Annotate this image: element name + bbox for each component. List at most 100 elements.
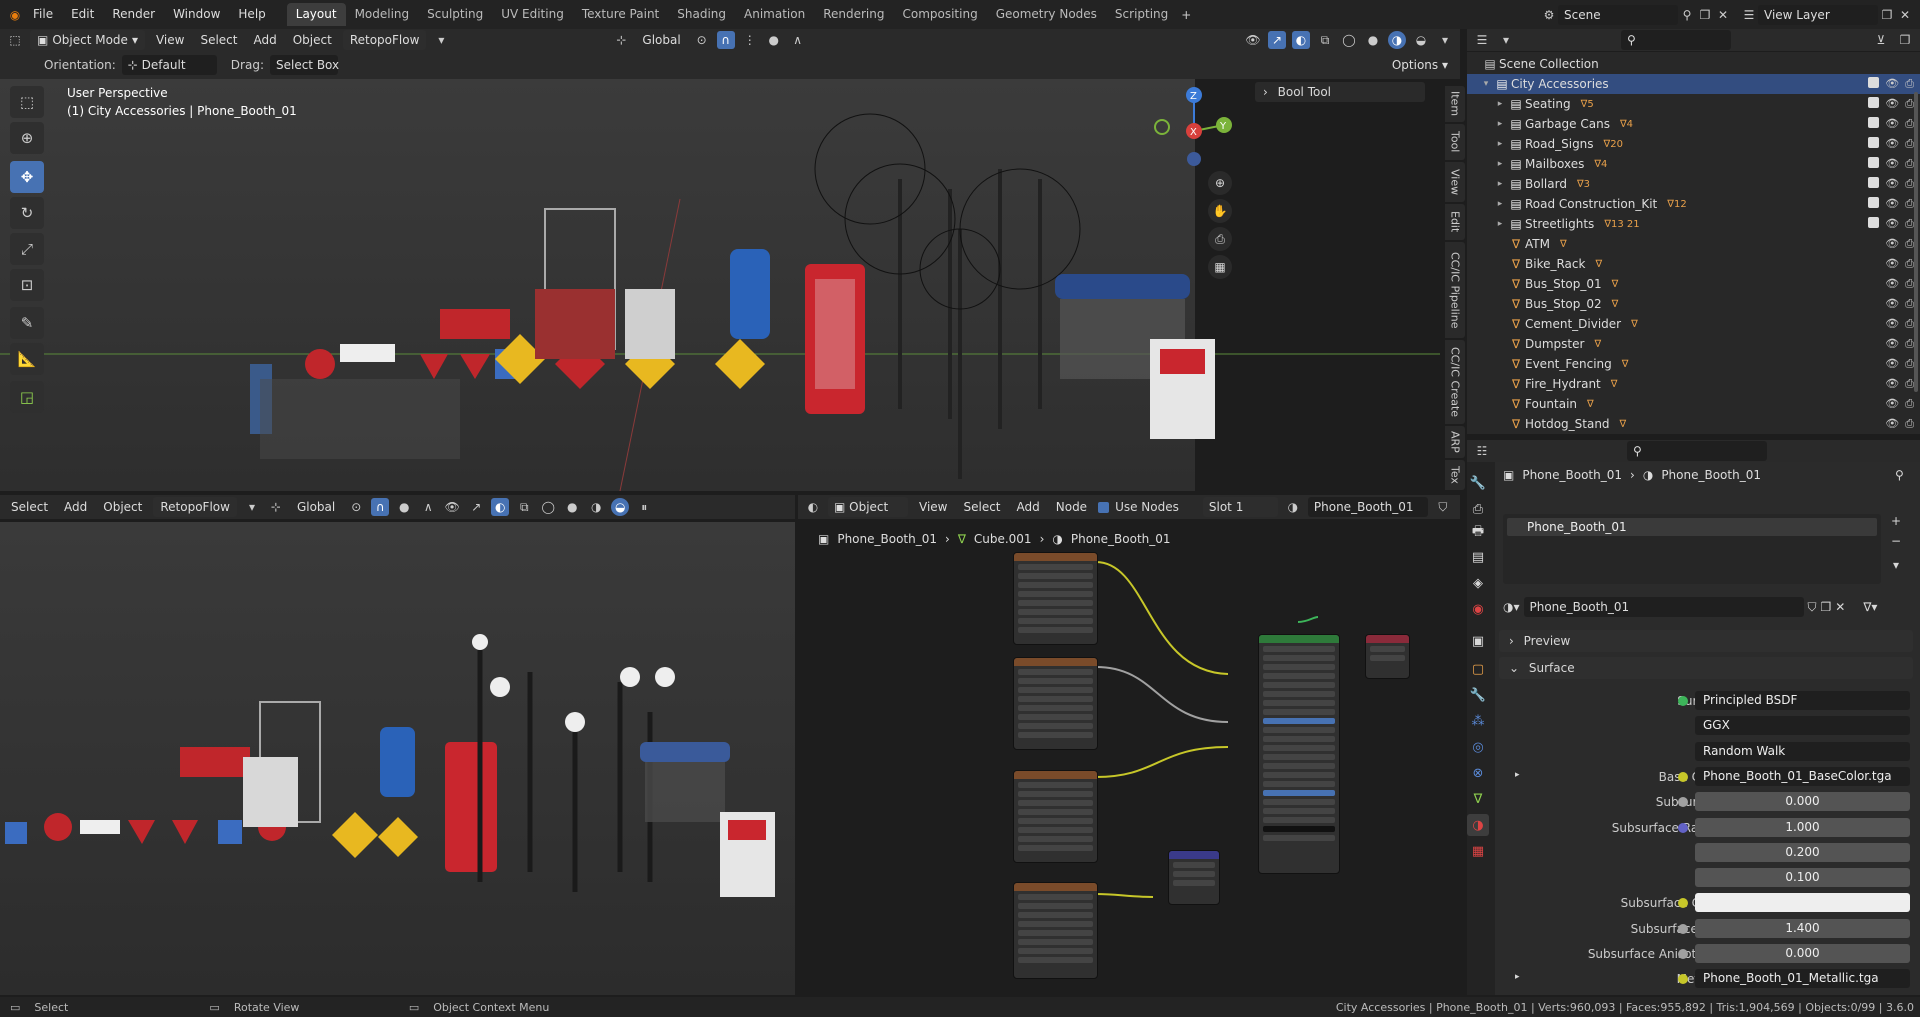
shading-solid-icon[interactable]: ●: [1364, 31, 1382, 49]
expand-right-icon[interactable]: ▸: [1493, 119, 1507, 129]
move-tool-icon[interactable]: ✥: [10, 161, 44, 193]
fake-user-icon[interactable]: ⛉: [1808, 600, 1817, 615]
vp2-pivot-icon[interactable]: ⊙: [347, 498, 365, 516]
eye-icon[interactable]: 👁: [1885, 137, 1899, 151]
outliner-row[interactable]: ∇ Bike_Rack ∇ 👁 ⎙: [1467, 254, 1920, 274]
menu-help[interactable]: Help: [229, 0, 274, 29]
outliner-row[interactable]: ▸ ▤ Garbage Cans ∇4 👁 ⎙: [1467, 114, 1920, 134]
pin-properties-icon[interactable]: ⚲: [1895, 468, 1904, 482]
properties-search-input[interactable]: ⚲: [1627, 441, 1767, 461]
material-selector[interactable]: Phone_Booth_01: [1307, 497, 1428, 517]
measure-tool-icon[interactable]: 📐: [10, 343, 44, 375]
render-camera-icon[interactable]: ⎙: [1905, 157, 1914, 171]
outliner-row[interactable]: ∇ Cement_Divider ∇ 👁 ⎙: [1467, 314, 1920, 334]
bool-tool-panel[interactable]: › Bool Tool: [1255, 82, 1425, 102]
eye-icon[interactable]: 👁: [1885, 237, 1899, 251]
tab-layout[interactable]: Layout: [286, 3, 346, 26]
data-tab-icon[interactable]: ∇: [1467, 788, 1489, 810]
scene-icon[interactable]: ⚙: [1540, 6, 1558, 24]
expand-right-icon[interactable]: ▸: [1493, 219, 1507, 229]
tab-compositing[interactable]: Compositing: [893, 3, 986, 26]
outliner-row[interactable]: ∇ Bus_Stop_01 ∇ 👁 ⎙: [1467, 274, 1920, 294]
shading-options-icon[interactable]: ▾: [1436, 31, 1454, 49]
exclude-checkbox[interactable]: [1868, 177, 1880, 188]
property-field[interactable]: Phone_Booth_01_BaseColor.tga: [1695, 766, 1910, 786]
surface-section-header[interactable]: ⌄ Surface: [1499, 657, 1913, 679]
render-camera-icon[interactable]: ⎙: [1905, 77, 1914, 91]
material-name-field[interactable]: Phone_Booth_01: [1523, 597, 1804, 617]
overlay-toggle-icon[interactable]: ◐: [1292, 31, 1310, 49]
property-field[interactable]: Principled BSDF: [1695, 691, 1910, 710]
eye-icon[interactable]: 👁: [1885, 397, 1899, 411]
node-editor-type-icon[interactable]: ◐: [804, 498, 822, 516]
outliner-scrollbar[interactable]: [1914, 92, 1918, 392]
eye-icon[interactable]: 👁: [1885, 357, 1899, 371]
sidebar-tab-item[interactable]: Item: [1445, 86, 1465, 122]
outliner-row[interactable]: ▸ ▤ Mailboxes ∇4 👁 ⎙: [1467, 154, 1920, 174]
property-field[interactable]: GGX: [1695, 716, 1910, 736]
pan-hand-icon[interactable]: ✋: [1208, 199, 1232, 223]
material-output-node[interactable]: [1365, 634, 1410, 679]
menu-add[interactable]: Add: [248, 33, 281, 47]
tab-uv-editing[interactable]: UV Editing: [492, 3, 573, 26]
shader-node-editor[interactable]: ▣ Phone_Booth_01 › ∇ Cube.001 › ◑ Phone_…: [798, 522, 1460, 995]
vp2-proportional-icon[interactable]: ●: [395, 498, 413, 516]
vp2-retopoflow-button[interactable]: RetopoFlow: [153, 497, 237, 517]
shader-type-dropdown[interactable]: ▣ Object: [828, 497, 908, 517]
eye-icon[interactable]: 👁: [1885, 97, 1899, 111]
render-camera-icon[interactable]: ⎙: [1905, 277, 1914, 291]
outliner-row[interactable]: ▸ ▤ Streetlights ∇13 21 👁 ⎙: [1467, 214, 1920, 234]
texture-tab-icon[interactable]: ▦: [1467, 840, 1489, 862]
vp2-visibility-icon[interactable]: 👁: [443, 498, 461, 516]
scene-collection-row[interactable]: ▤ Scene Collection: [1467, 54, 1920, 74]
display-mode-icon[interactable]: ▾: [1497, 31, 1515, 49]
grid-view-icon[interactable]: ▦: [1208, 255, 1232, 279]
render-tab-icon[interactable]: ⎙: [1467, 498, 1489, 520]
outliner-row[interactable]: ∇ Event_Fencing ∇ 👁 ⎙: [1467, 354, 1920, 374]
socket-dot-icon[interactable]: [1678, 696, 1688, 706]
outliner-editor-type-icon[interactable]: ☰: [1473, 31, 1491, 49]
expand-down-icon[interactable]: ▾: [1479, 79, 1493, 89]
constraints-tab-icon[interactable]: ⊗: [1467, 762, 1489, 784]
zoom-icon[interactable]: ⊕: [1208, 171, 1232, 195]
eye-icon[interactable]: 👁: [1885, 117, 1899, 131]
vp2-transform-icon[interactable]: ⊹: [267, 498, 285, 516]
eye-icon[interactable]: 👁: [1885, 217, 1899, 231]
normal-map-node[interactable]: [1168, 850, 1220, 905]
view-layer-icon[interactable]: ☰: [1740, 6, 1758, 24]
visibility-icon[interactable]: 👁: [1244, 31, 1262, 49]
exclude-checkbox[interactable]: [1868, 197, 1880, 208]
select-box-tool-icon[interactable]: ⬚: [10, 86, 44, 118]
use-nodes-checkbox[interactable]: [1098, 501, 1110, 513]
proportional-edit-icon[interactable]: ●: [765, 31, 783, 49]
sidebar-tab-tex[interactable]: Tex: [1445, 460, 1465, 490]
vp2-solid-icon[interactable]: ●: [563, 498, 581, 516]
expand-right-icon[interactable]: ▸: [1515, 770, 1520, 780]
outliner-row[interactable]: ▸ ▤ Seating ∇5 👁 ⎙: [1467, 94, 1920, 114]
exclude-checkbox[interactable]: [1868, 157, 1880, 168]
exclude-checkbox[interactable]: [1868, 117, 1880, 128]
sidebar-tab-arp[interactable]: ARP: [1445, 426, 1465, 458]
eye-icon[interactable]: 👁: [1885, 77, 1899, 91]
property-field[interactable]: 0.200: [1695, 842, 1910, 862]
exclude-checkbox[interactable]: [1868, 97, 1880, 108]
outliner-row[interactable]: ∇ Hotdog_Stand ∇ 👁 ⎙: [1467, 414, 1920, 434]
new-scene-icon[interactable]: ❐: [1696, 6, 1714, 24]
shading-wireframe-icon[interactable]: ◯: [1340, 31, 1358, 49]
material-slot-item[interactable]: Phone_Booth_01: [1507, 518, 1877, 536]
main-3d-viewport[interactable]: User Perspective (1) City Accessories | …: [0, 79, 1440, 491]
render-camera-icon[interactable]: ⎙: [1905, 217, 1914, 231]
socket-dot-icon[interactable]: [1678, 949, 1688, 959]
vp2-gizmo-icon[interactable]: ↗: [467, 498, 485, 516]
retopoflow-button[interactable]: RetopoFlow: [342, 30, 427, 50]
navigation-gizmo[interactable]: Z X Y: [1140, 79, 1235, 174]
unlink-material-icon[interactable]: ✕: [1835, 600, 1845, 614]
tab-modeling[interactable]: Modeling: [346, 3, 419, 26]
outliner-row[interactable]: ▸ ▤ Road Construction_Kit ∇12 👁 ⎙: [1467, 194, 1920, 214]
render-camera-icon[interactable]: ⎙: [1905, 177, 1914, 191]
physics-tab-icon[interactable]: ◎: [1467, 736, 1489, 758]
ne-menu-select[interactable]: Select: [958, 500, 1005, 514]
add-cube-tool-icon[interactable]: ◲: [10, 381, 44, 413]
property-field[interactable]: 0.000: [1695, 944, 1910, 963]
new-view-layer-icon[interactable]: ❐: [1878, 6, 1896, 24]
